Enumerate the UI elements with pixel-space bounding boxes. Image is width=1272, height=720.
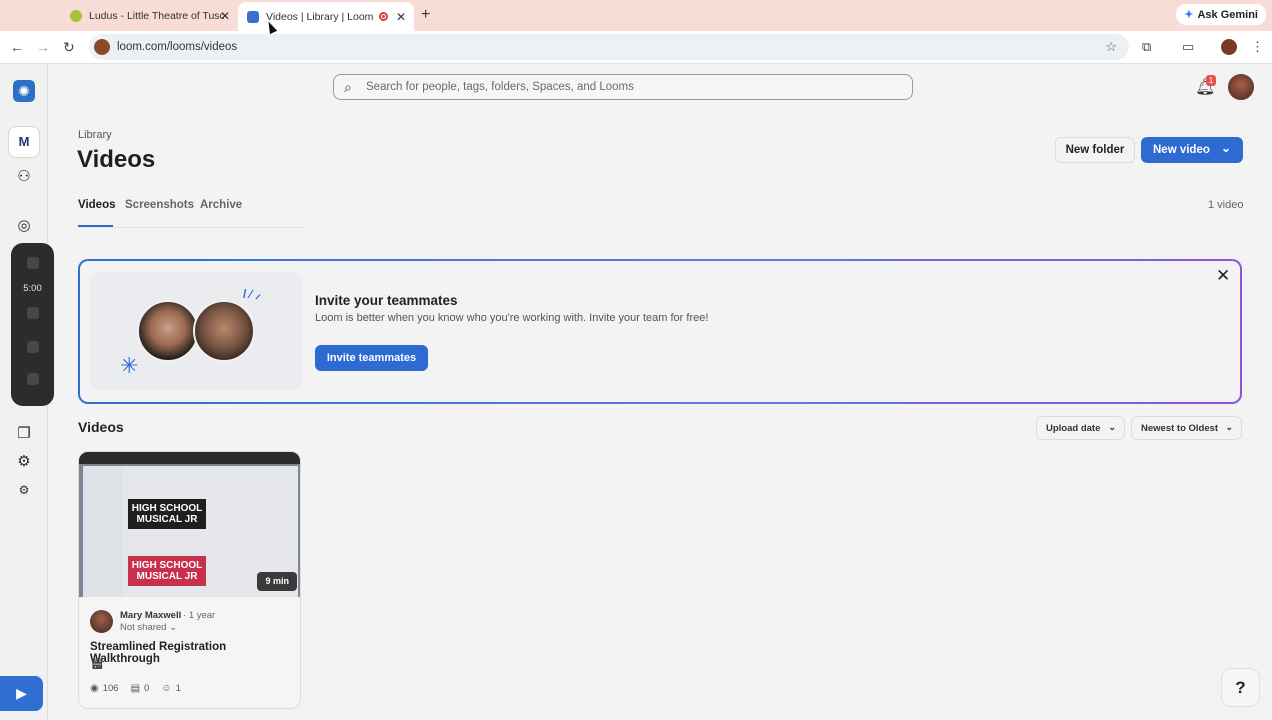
close-tab-icon[interactable]: ✕	[220, 9, 230, 23]
teammate-photo-1	[137, 300, 199, 362]
sharing-status[interactable]: Not shared ⌄	[120, 622, 177, 633]
video-age: · 1 year	[183, 610, 216, 621]
close-tab-icon[interactable]: ✕	[396, 10, 406, 24]
search-input[interactable]: ⌕ Search for people, tags, folders, Spac…	[333, 74, 913, 100]
clapperboard-icon: 🎬︎	[90, 658, 104, 670]
sparkle-icon: ✳	[120, 353, 139, 378]
video-card[interactable]: HIGH SCHOOL MUSICAL JR HIGH SCHOOL MUSIC…	[78, 451, 301, 709]
new-tab-button[interactable]: +	[421, 6, 430, 24]
video-title[interactable]: Streamlined Registration Walkthrough	[90, 641, 295, 665]
comment-icon: ▤	[130, 683, 141, 694]
browser-tab-bar: Ludus - Little Theatre of Tusc ✕ Videos …	[0, 0, 1272, 31]
thumbnail-poster: HIGH SCHOOL MUSICAL JR	[128, 499, 206, 529]
recorder-control-panel: 5:00	[11, 243, 54, 406]
reload-icon[interactable]: ↻	[63, 39, 75, 56]
search-placeholder: Search for people, tags, folders, Spaces…	[366, 81, 634, 93]
chevron-down-icon: ⌄	[1108, 422, 1116, 432]
close-banner-icon[interactable]: ✕	[1216, 266, 1230, 286]
ask-gemini-label: Ask Gemini	[1197, 8, 1258, 21]
browser-tab-ludus[interactable]: Ludus - Little Theatre of Tusc ✕	[60, 4, 238, 28]
user-avatar[interactable]	[1228, 74, 1254, 100]
tab-archive[interactable]: Archive	[200, 199, 242, 211]
notification-count-badge: 1	[1206, 75, 1216, 86]
page-title: Videos	[77, 146, 156, 173]
help-button[interactable]: ?	[1221, 668, 1260, 707]
ludus-favicon-icon	[70, 10, 82, 22]
recording-indicator-icon	[379, 12, 388, 21]
ask-gemini-button[interactable]: ✦ Ask Gemini	[1176, 4, 1266, 25]
workspace-switcher[interactable]: M	[8, 126, 40, 158]
forward-arrow-icon[interactable]: →	[36, 39, 50, 55]
library-icon[interactable]: ❐	[13, 423, 35, 445]
extensions-icon[interactable]: ⧉	[1142, 39, 1158, 55]
views-stat: ◉ 106	[90, 683, 119, 694]
smile-icon: ☺	[161, 683, 172, 694]
address-bar[interactable]: loom.com/looms/videos ☆	[89, 34, 1129, 60]
add-user-icon[interactable]: ⚇	[13, 166, 35, 188]
breadcrumb[interactable]: Library	[78, 129, 112, 141]
profile-avatar[interactable]	[1221, 39, 1237, 55]
recorder-stop-icon[interactable]	[27, 257, 39, 269]
sort-field-value: Upload date	[1046, 422, 1101, 434]
recorder-restart-icon[interactable]	[27, 341, 39, 353]
url-text: loom.com/looms/videos	[117, 41, 238, 53]
video-thumbnail[interactable]: HIGH SCHOOL MUSICAL JR HIGH SCHOOL MUSIC…	[79, 452, 300, 597]
browser-toolbar: ← → ↻ loom.com/looms/videos ☆ ⧉ ▭ ⋮	[0, 31, 1272, 64]
invite-teammates-button[interactable]: Invite teammates	[315, 345, 428, 371]
recorder-timer: 5:00	[23, 283, 42, 294]
new-video-label: New video	[1153, 144, 1210, 156]
banner-body: Loom is better when you know who you're …	[315, 312, 709, 324]
sort-field-dropdown[interactable]: Upload date ⌄	[1036, 416, 1125, 440]
chevron-down-icon: ⌄	[1225, 422, 1233, 432]
cast-icon[interactable]: ▭	[1182, 39, 1198, 55]
burst-icon: / ⁄ ⸝	[243, 287, 262, 301]
recorder-delete-icon[interactable]	[27, 373, 39, 385]
author-avatar	[90, 610, 113, 633]
active-tab-indicator	[78, 225, 113, 227]
tab-screenshots[interactable]: Screenshots	[125, 199, 194, 211]
tab-title: Ludus - Little Theatre of Tusc	[89, 10, 224, 22]
loom-favicon-icon	[247, 10, 259, 23]
library-tabs: Videos Screenshots Archive	[78, 196, 1238, 228]
duration-badge: 9 min	[257, 572, 297, 591]
workspace-settings-icon[interactable]: ⚙	[13, 479, 35, 501]
bookmark-star-icon[interactable]: ☆	[1105, 39, 1117, 55]
gemini-sparkle-icon: ✦	[1184, 9, 1194, 21]
new-video-button[interactable]: New video ⌄	[1141, 137, 1243, 163]
profile-circle-icon[interactable]: ◎	[13, 215, 35, 237]
sort-order-value: Newest to Oldest	[1141, 422, 1219, 434]
new-folder-button[interactable]: New folder	[1055, 137, 1135, 163]
reactions-stat: ☺ 1	[161, 683, 181, 694]
chevron-down-icon: ⌄	[1220, 141, 1231, 155]
videos-section-title: Videos	[78, 419, 124, 435]
tab-title: Videos | Library | Loom	[266, 10, 374, 23]
tabs-divider	[78, 227, 302, 228]
start-recording-camera-icon[interactable]: ▶	[0, 676, 43, 711]
video-stats: ◉ 106 ▤ 0 ☺ 1	[90, 683, 181, 694]
recorder-pause-icon[interactable]	[27, 307, 39, 319]
eye-icon: ◉	[90, 683, 99, 694]
browser-menu-icon[interactable]: ⋮	[1251, 39, 1267, 55]
settings-gear-icon[interactable]: ⚙	[13, 451, 35, 473]
author-name[interactable]: Mary Maxwell	[120, 610, 181, 621]
thumbnail-poster: HIGH SCHOOL MUSICAL JR	[128, 556, 206, 586]
video-count: 1 video	[1208, 199, 1244, 211]
loom-logo-icon[interactable]: ✺	[13, 80, 35, 102]
sort-order-dropdown[interactable]: Newest to Oldest ⌄	[1131, 416, 1242, 440]
banner-title: Invite your teammates	[315, 293, 458, 308]
site-info-icon[interactable]	[94, 39, 110, 55]
comments-stat: ▤ 0	[130, 683, 150, 694]
tab-videos[interactable]: Videos	[78, 199, 116, 211]
thumbnail-sidebar	[83, 466, 123, 597]
browser-tab-loom[interactable]: Videos | Library | Loom ✕	[238, 2, 414, 31]
search-icon: ⌕	[344, 79, 352, 95]
back-arrow-icon[interactable]: ←	[10, 39, 24, 55]
teammate-photo-2	[193, 300, 255, 362]
thumbnail-browser-bar	[79, 452, 300, 464]
